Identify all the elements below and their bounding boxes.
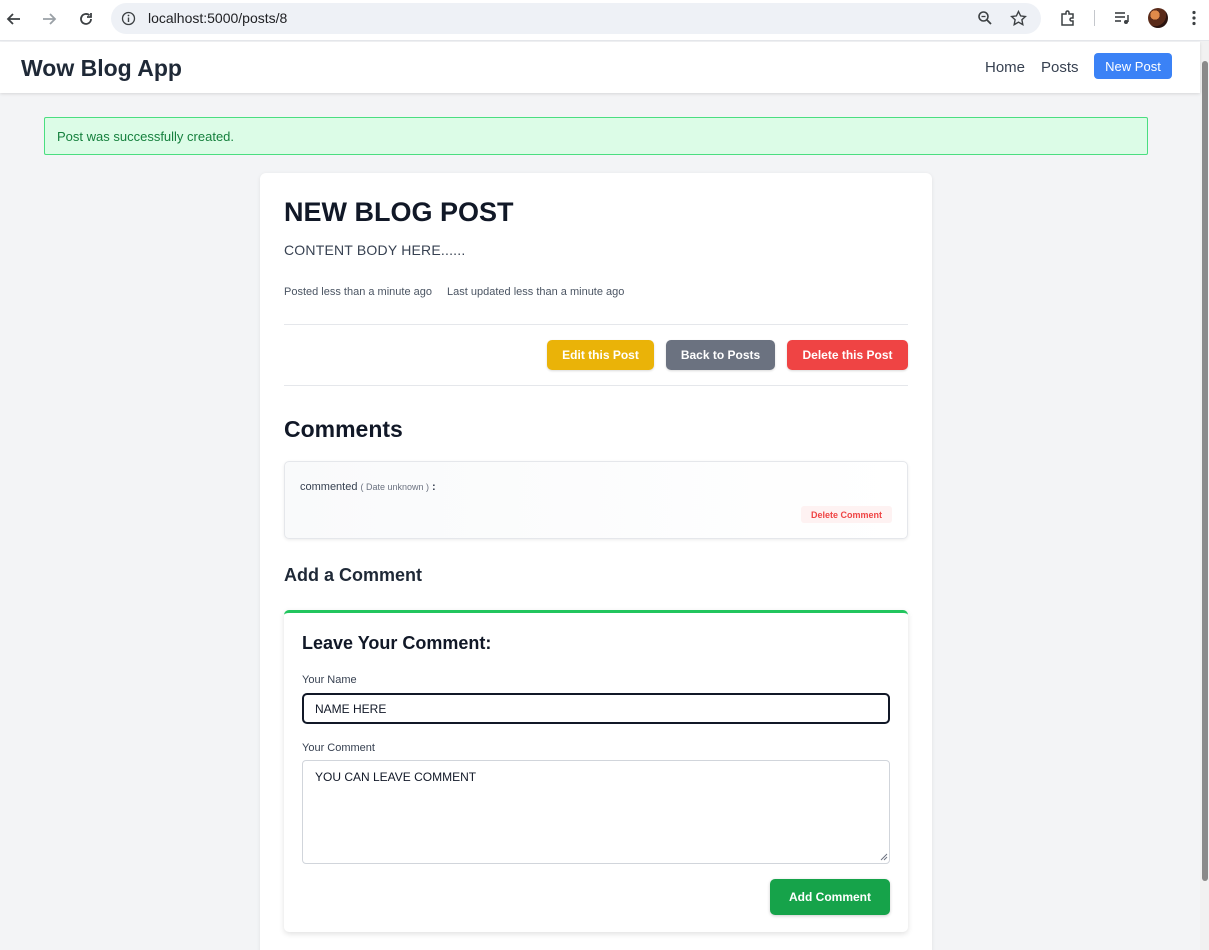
divider xyxy=(284,324,908,325)
media-playlist-icon[interactable] xyxy=(1112,8,1132,28)
name-label: Your Name xyxy=(302,674,357,686)
browser-toolbar: localhost:5000/posts/8 xyxy=(0,0,1209,41)
edit-post-button[interactable]: Edit this Post xyxy=(547,340,654,370)
extensions-icon[interactable] xyxy=(1058,8,1078,28)
toolbar-divider xyxy=(1094,10,1095,26)
add-comment-heading: Add a Comment xyxy=(284,565,423,585)
form-title: Leave Your Comment: xyxy=(302,633,492,653)
zoom-icon[interactable] xyxy=(975,8,995,28)
bookmark-star-icon[interactable] xyxy=(1008,8,1028,28)
comment-item: commented( Date unknown ): Delete Commen… xyxy=(284,461,908,539)
comment-form: Leave Your Comment: Your Name Your Comme… xyxy=(284,610,908,932)
site-info-icon[interactable] xyxy=(121,11,136,26)
comment-date: ( Date unknown ) xyxy=(360,482,430,492)
add-comment-button[interactable]: Add Comment xyxy=(770,879,890,915)
delete-post-button[interactable]: Delete this Post xyxy=(787,340,908,370)
delete-comment-button[interactable]: Delete Comment xyxy=(801,506,892,523)
comments-heading: Comments xyxy=(284,416,403,442)
reload-icon[interactable] xyxy=(75,8,97,30)
back-arrow-icon[interactable] xyxy=(3,8,25,30)
post-card: NEW BLOG POST CONTENT BODY HERE...... Po… xyxy=(260,173,932,950)
comment-label: Your Comment xyxy=(302,742,375,754)
flash-success-message: Post was successfully created. xyxy=(44,117,1148,155)
back-to-posts-button[interactable]: Back to Posts xyxy=(666,340,775,370)
updated-time: Last updated less than a minute ago xyxy=(447,286,625,298)
post-meta: Posted less than a minute ago Last updat… xyxy=(284,286,624,298)
comment-colon: : xyxy=(432,481,436,493)
divider xyxy=(284,385,908,386)
nav-posts-link[interactable]: Posts xyxy=(1041,59,1079,76)
resize-handle-icon[interactable] xyxy=(880,853,888,861)
post-body: CONTENT BODY HERE...... xyxy=(284,242,466,258)
address-bar[interactable]: localhost:5000/posts/8 xyxy=(111,3,1041,34)
comment-text: commented xyxy=(300,481,358,493)
browser-menu-icon[interactable] xyxy=(1184,8,1204,28)
forward-arrow-icon[interactable] xyxy=(38,8,60,30)
comment-text-line: commented( Date unknown ): xyxy=(300,481,436,493)
app-header: Wow Blog App Home Posts New Post xyxy=(0,42,1200,93)
profile-avatar[interactable] xyxy=(1148,8,1168,28)
post-title: NEW BLOG POST xyxy=(284,197,514,227)
brand-logo[interactable]: Wow Blog App xyxy=(21,55,182,82)
comment-textarea[interactable]: YOU CAN LEAVE COMMENT xyxy=(302,760,890,864)
new-post-button[interactable]: New Post xyxy=(1094,53,1172,79)
url-text[interactable]: localhost:5000/posts/8 xyxy=(148,10,287,26)
nav-home-link[interactable]: Home xyxy=(985,59,1025,76)
name-input[interactable] xyxy=(302,693,890,724)
posted-time: Posted less than a minute ago xyxy=(284,286,432,298)
page-scrollbar[interactable] xyxy=(1200,41,1209,950)
scrollbar-thumb[interactable] xyxy=(1202,61,1208,881)
